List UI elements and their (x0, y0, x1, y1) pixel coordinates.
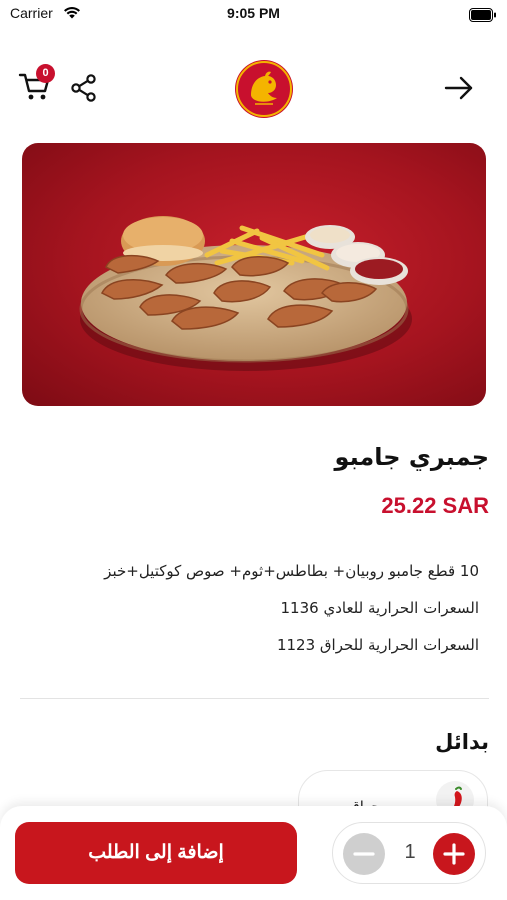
brand-logo (235, 60, 293, 118)
description-line: 10 قطع جامبو روبيان+ بطاطس+ثوم+ صوص كوكت… (104, 562, 479, 580)
quantity-stepper: 1 (332, 822, 486, 884)
product-name: جمبري جامبو (334, 443, 489, 471)
alternatives-title: بدائل (435, 730, 489, 754)
add-to-order-button[interactable]: إضافة إلى الطلب (15, 822, 297, 884)
header: 0 (0, 58, 507, 122)
cart-badge: 0 (36, 64, 55, 83)
bottom-action-bar: إضافة إلى الطلب 1 (0, 806, 507, 900)
product-image (22, 143, 486, 406)
divider (20, 698, 489, 699)
clock: 9:05 PM (227, 5, 280, 21)
battery-icon (469, 7, 497, 26)
product-price: 25.22 SAR (381, 493, 489, 518)
back-arrow-icon[interactable] (444, 76, 474, 104)
share-icon[interactable] (70, 74, 98, 106)
increase-quantity-button[interactable] (433, 833, 475, 875)
status-bar: Carrier 9:05 PM (0, 0, 507, 30)
minus-icon (353, 852, 375, 856)
description-line: السعرات الحرارية للحراق 1123 (276, 636, 479, 654)
decrease-quantity-button[interactable] (343, 833, 385, 875)
description-line: السعرات الحرارية للعادي 1136 (280, 599, 480, 617)
quantity-value: 1 (404, 841, 416, 863)
plus-icon (443, 843, 465, 865)
